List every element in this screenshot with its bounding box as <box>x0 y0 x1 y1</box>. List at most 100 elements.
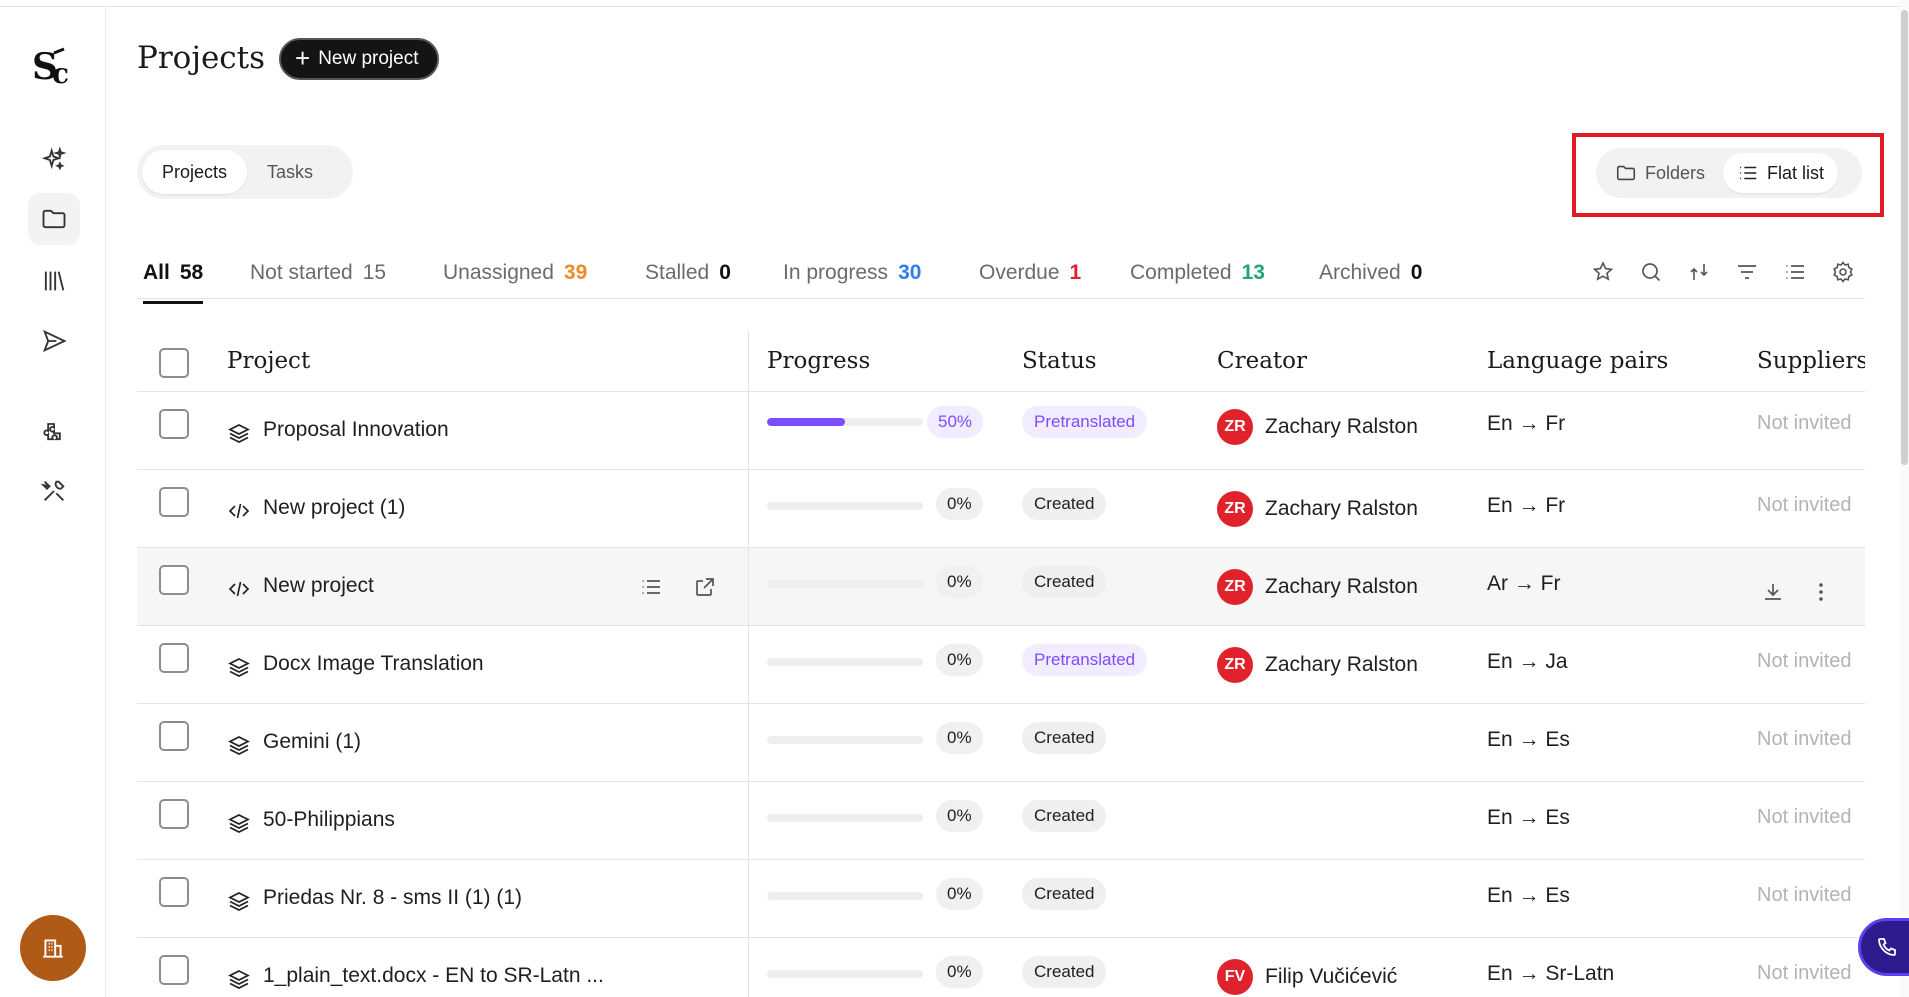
sidebar-integrations-puzzle-icon[interactable] <box>28 405 80 457</box>
table-row[interactable]: 50-Philippians 0% Created En → Es Not in… <box>137 782 1865 860</box>
table-header: Project Progress Status Creator Language… <box>137 330 1865 392</box>
progress-percent: 50% <box>927 406 984 438</box>
vertical-scrollbar[interactable] <box>1900 0 1909 997</box>
status-tab-unassigned[interactable]: Unassigned 39 <box>443 261 587 285</box>
status-tab-not-started[interactable]: Not started 15 <box>250 261 386 285</box>
project-name[interactable]: New project (1) <box>263 496 405 520</box>
task-list-icon[interactable] <box>637 573 665 601</box>
status-badge: Pretranslated <box>1022 406 1148 438</box>
row-checkbox[interactable] <box>159 409 189 439</box>
layers-icon <box>228 970 250 989</box>
table-row[interactable]: Priedas Nr. 8 - sms II (1) (1) 0% Create… <box>137 860 1865 938</box>
status-tab-completed[interactable]: Completed 13 <box>1130 261 1265 285</box>
table-row[interactable]: New project (1) 0% Created ZR Zachary Ra… <box>137 470 1865 548</box>
column-divider[interactable] <box>748 330 749 997</box>
progress-bar <box>767 892 923 900</box>
table-row[interactable]: Gemini (1) 0% Created En → Es Not invite… <box>137 704 1865 782</box>
row-checkbox[interactable] <box>159 565 189 595</box>
layers-icon <box>228 736 250 755</box>
organization-button[interactable] <box>20 915 86 981</box>
suppliers-status: Not invited <box>1757 806 1852 828</box>
row-checkbox[interactable] <box>159 955 189 985</box>
app-logo[interactable]: S c <box>30 43 76 90</box>
progress-bar <box>767 502 923 510</box>
tab-tasks[interactable]: Tasks <box>247 150 333 194</box>
sidebar-send-icon[interactable] <box>28 315 80 367</box>
table-row[interactable]: New project 0% Created ZR Zachary Ralsto… <box>137 548 1865 626</box>
row-checkbox[interactable] <box>159 721 189 751</box>
more-options-icon[interactable] <box>1807 578 1835 606</box>
open-external-icon[interactable] <box>691 573 719 601</box>
call-widget-button[interactable] <box>1858 918 1909 976</box>
status-badge: Pretranslated <box>1022 644 1148 676</box>
status-tab-stalled[interactable]: Stalled 0 <box>645 261 731 285</box>
project-name[interactable]: Proposal Innovation <box>263 418 449 442</box>
status-tab-in-progress[interactable]: In progress 30 <box>783 261 921 285</box>
project-name[interactable]: 50-Philippians <box>263 808 395 832</box>
progress-percent: 0% <box>936 644 983 676</box>
select-all-checkbox[interactable] <box>159 348 189 378</box>
star-icon[interactable] <box>1589 258 1617 286</box>
sidebar-library-icon[interactable] <box>28 255 80 307</box>
building-icon <box>43 939 63 958</box>
suppliers-status: Not invited <box>1757 412 1852 434</box>
language-pair: En → Es <box>1487 806 1570 829</box>
progress-bar <box>767 970 923 978</box>
scrollbar-thumb[interactable] <box>1901 10 1908 465</box>
creator-avatar: ZR <box>1217 647 1253 683</box>
project-name[interactable]: New project <box>263 574 374 598</box>
download-icon[interactable] <box>1759 578 1787 606</box>
language-pair: En → Es <box>1487 728 1570 751</box>
progress-bar <box>767 580 923 588</box>
column-header-creator[interactable]: Creator <box>1217 348 1307 374</box>
column-header-language-pairs[interactable]: Language pairs <box>1487 348 1668 374</box>
status-tab-all[interactable]: All 58 <box>143 261 204 304</box>
column-header-status[interactable]: Status <box>1022 348 1097 374</box>
table-row[interactable]: Docx Image Translation 0% Pretranslated … <box>137 626 1865 704</box>
project-name[interactable]: Priedas Nr. 8 - sms II (1) (1) <box>263 886 522 910</box>
new-project-button[interactable]: + New project <box>279 38 439 80</box>
layers-icon <box>228 658 250 677</box>
progress-bar <box>767 658 923 666</box>
tab-projects[interactable]: Projects <box>142 150 248 194</box>
language-pair: En → Ja <box>1487 650 1568 673</box>
suppliers-status: Not invited <box>1757 728 1852 750</box>
sidebar-projects-folder-icon[interactable] <box>28 193 80 245</box>
status-badge: Created <box>1022 878 1107 910</box>
creator-name: Zachary Ralston <box>1265 415 1418 438</box>
status-badge: Created <box>1022 488 1107 520</box>
creator-name: Zachary Ralston <box>1265 497 1418 520</box>
search-icon[interactable] <box>1637 258 1665 286</box>
creator-avatar: ZR <box>1217 569 1253 605</box>
column-header-suppliers[interactable]: Suppliers <box>1757 348 1865 374</box>
language-pair: Ar → Fr <box>1487 572 1561 595</box>
sidebar-tools-icon[interactable] <box>28 465 80 517</box>
status-tab-overdue[interactable]: Overdue 1 <box>979 261 1081 285</box>
list-settings-icon[interactable] <box>1781 258 1809 286</box>
column-header-progress[interactable]: Progress <box>767 348 870 374</box>
table-row[interactable]: 1_plain_text.docx - EN to SR-Latn ... 0%… <box>137 938 1865 997</box>
project-name[interactable]: Gemini (1) <box>263 730 361 754</box>
status-badge: Created <box>1022 800 1107 832</box>
row-checkbox[interactable] <box>159 487 189 517</box>
sidebar: S c <box>0 7 106 997</box>
status-tab-archived[interactable]: Archived 0 <box>1319 261 1422 285</box>
status-badge: Created <box>1022 956 1107 988</box>
row-checkbox[interactable] <box>159 643 189 673</box>
filter-icon[interactable] <box>1733 258 1761 286</box>
gear-icon[interactable] <box>1829 258 1857 286</box>
progress-percent: 0% <box>936 566 983 598</box>
code-icon <box>228 503 250 519</box>
sort-icon[interactable] <box>1685 258 1713 286</box>
row-checkbox[interactable] <box>159 799 189 829</box>
phone-icon <box>1878 938 1896 956</box>
table-row[interactable]: Proposal Innovation 50% Pretranslated ZR… <box>137 392 1865 470</box>
sidebar-ai-sparkle-icon[interactable] <box>28 134 80 186</box>
suppliers-status: Not invited <box>1757 962 1852 984</box>
status-badge: Created <box>1022 566 1107 598</box>
project-name[interactable]: Docx Image Translation <box>263 652 484 676</box>
project-name[interactable]: 1_plain_text.docx - EN to SR-Latn ... <box>263 964 604 988</box>
progress-percent: 0% <box>936 956 983 988</box>
row-checkbox[interactable] <box>159 877 189 907</box>
column-header-project[interactable]: Project <box>227 348 310 374</box>
